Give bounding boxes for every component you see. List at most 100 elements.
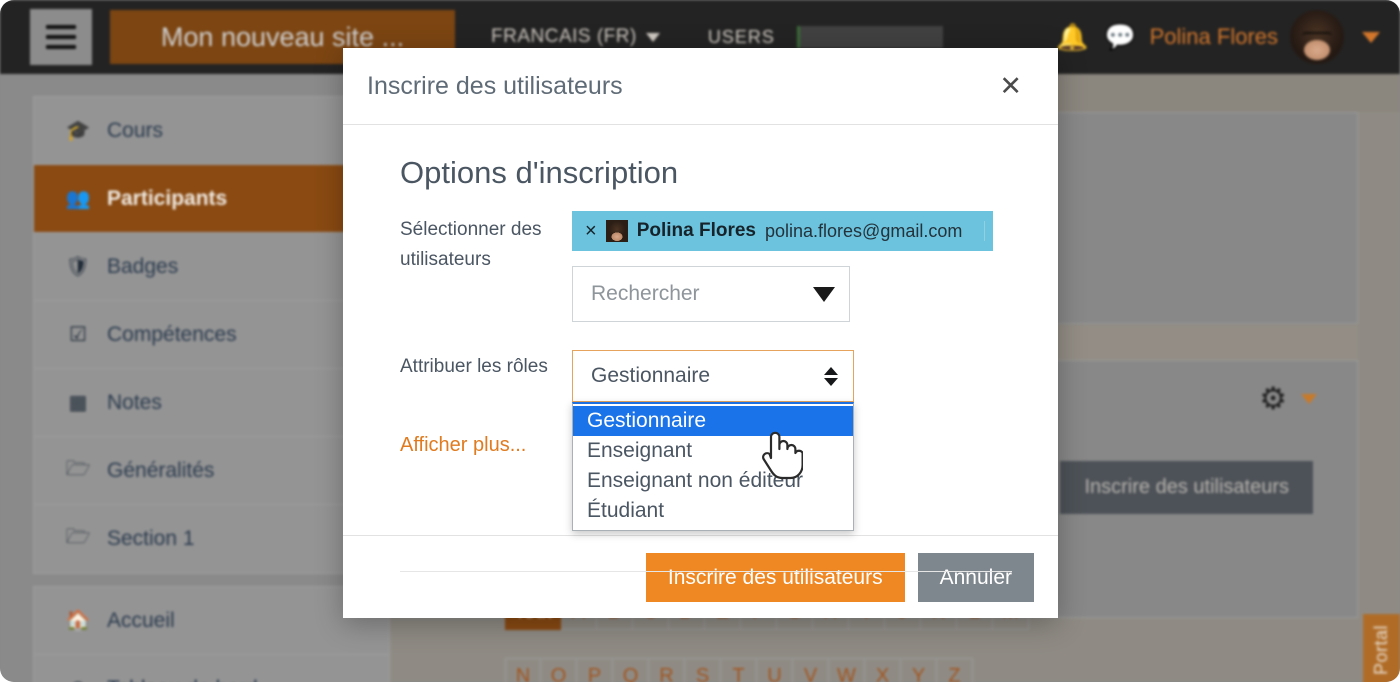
sidebar-item-label: Accueil: [107, 608, 175, 632]
assign-roles-label: Attribuer les rôles: [400, 356, 548, 377]
select-users-field: × Polina Flores polina.flores@gmail.com …: [572, 211, 1012, 322]
alpha-filter-o[interactable]: O: [541, 658, 577, 682]
graduation-cap-icon: 🎓: [65, 120, 91, 142]
search-input[interactable]: Rechercher: [572, 266, 850, 322]
avatar: [605, 220, 628, 242]
bell-icon[interactable]: 🔔: [1056, 24, 1088, 50]
assign-roles-field: Gestionnaire Gestionnaire Enseignant Ens…: [572, 348, 1012, 531]
hamburger-bar: [46, 25, 76, 29]
role-select-value: Gestionnaire: [591, 364, 711, 387]
sidebar-item-label: Notes: [107, 390, 162, 414]
sidebar-item-cours[interactable]: 🎓 Cours: [34, 97, 389, 165]
portal-side-tab[interactable]: Portal ☁: [1363, 614, 1400, 682]
role-options-dropdown: Gestionnaire Enseignant Enseignant non é…: [572, 402, 854, 531]
chevron-down-icon: [645, 32, 660, 42]
chat-bubble-icon[interactable]: 💬: [1104, 24, 1135, 50]
sidebar-item-notes[interactable]: ▦ Notes: [34, 369, 389, 437]
modal-title: Inscrire des utilisateurs: [367, 71, 623, 100]
table-grid-icon: ▦: [68, 392, 88, 414]
select-users-row: Sélectionner des utilisateurs × Polina F…: [400, 211, 1012, 322]
remove-user-icon[interactable]: ×: [585, 221, 597, 241]
sidebar-item-label: Généralités: [107, 458, 215, 482]
section-label: USERS: [707, 26, 775, 47]
role-select-wrapper: Gestionnaire Gestionnaire Enseignant Ens…: [572, 350, 854, 531]
portal-tab-label: Portal: [1371, 625, 1391, 676]
cancel-button[interactable]: Annuler: [917, 552, 1034, 602]
navbar-search-input[interactable]: [796, 26, 943, 48]
users-icon: 👥: [65, 188, 91, 210]
sidebar-item-accueil[interactable]: 🏠 Accueil: [34, 587, 389, 655]
caret-down-icon[interactable]: [813, 286, 835, 302]
sidebar-item-label: Participants: [107, 186, 228, 210]
spinner-down-arrow: [824, 377, 838, 386]
alpha-filter-u[interactable]: U: [757, 658, 793, 682]
role-select[interactable]: Gestionnaire: [572, 350, 854, 402]
modal-header: Inscrire des utilisateurs ✕: [343, 48, 1058, 125]
alpha-filter-p[interactable]: P: [577, 658, 613, 682]
assign-roles-row: Attribuer les rôles Gestionnaire Gestion…: [400, 348, 1012, 531]
sidebar-item-section-1[interactable]: 🗁 Section 1: [34, 505, 389, 573]
chip-user-email: polina.flores@gmail.com: [765, 220, 963, 241]
role-option-gestionnaire[interactable]: Gestionnaire: [573, 406, 853, 436]
sidebar-item-generalites[interactable]: 🗁 Généralités: [34, 437, 389, 505]
settings-menu[interactable]: ⚙: [1259, 383, 1317, 414]
sidebar-item-tableau-de-bord[interactable]: ⏲ Tableau de bord: [34, 655, 389, 682]
alpha-filter-z[interactable]: Z: [937, 658, 973, 682]
alpha-filter-y[interactable]: Y: [901, 658, 937, 682]
shield-icon: 🛡: [65, 256, 91, 278]
role-option-enseignant-non-editeur[interactable]: Enseignant non éditeur: [573, 466, 853, 496]
sidebar: 🎓 Cours 👥 Participants 🛡 Badges ☑ Compét…: [0, 74, 390, 682]
sidebar-item-participants[interactable]: 👥 Participants: [34, 165, 389, 233]
alpha-filter-v[interactable]: V: [793, 658, 829, 682]
sidebar-item-label: Tableau de bord: [107, 677, 258, 682]
hamburger-icon[interactable]: [30, 9, 92, 65]
role-option-etudiant[interactable]: Étudiant: [573, 496, 853, 526]
modal-footer: Inscrire des utilisateurs Annuler: [343, 535, 1058, 618]
modal-body: Options d'inscription Sélectionner des u…: [343, 125, 1058, 572]
alpha-filter-x[interactable]: X: [865, 658, 901, 682]
caret-down-icon[interactable]: [1301, 393, 1317, 404]
close-icon[interactable]: ✕: [993, 69, 1028, 104]
role-option-enseignant[interactable]: Enseignant: [573, 436, 853, 466]
alpha-filter-w[interactable]: W: [829, 658, 865, 682]
sidebar-item-badges[interactable]: 🛡 Badges: [34, 233, 389, 301]
user-menu-chevron-down-icon[interactable]: [1362, 31, 1380, 43]
sidebar-item-label: Compétences: [107, 322, 237, 346]
alpha-filter-n[interactable]: N: [505, 658, 541, 682]
user-name-label[interactable]: Polina Flores: [1150, 24, 1278, 50]
folder-icon: 🗁: [65, 457, 91, 480]
sidebar-item-label: Section 1: [107, 527, 195, 550]
alphabet-filter-row-2: N O P Q R S T U V W X Y Z: [505, 658, 973, 682]
language-label: FRANCAIS (FR): [491, 26, 637, 47]
language-selector[interactable]: FRANCAIS (FR): [491, 26, 660, 48]
spinner-up-arrow: [824, 366, 838, 375]
sidebar-divider: [33, 574, 390, 586]
sidebar-group-course: 🎓 Cours 👥 Participants 🛡 Badges ☑ Compét…: [33, 96, 390, 574]
updown-spinner-icon[interactable]: [824, 366, 838, 386]
gear-icon[interactable]: ⚙: [1259, 383, 1287, 414]
hamburger-bar: [46, 45, 76, 49]
search-placeholder: Rechercher: [591, 282, 700, 305]
select-users-label: Sélectionner des utilisateurs: [400, 219, 542, 270]
folder-icon: 🗁: [65, 526, 91, 548]
enrol-users-button[interactable]: Inscrire des utilisateurs: [645, 552, 905, 602]
body-divider: [400, 571, 1012, 572]
alpha-filter-r[interactable]: R: [649, 658, 685, 682]
selected-user-chip[interactable]: × Polina Flores polina.flores@gmail.com: [572, 211, 993, 251]
home-icon: 🏠: [65, 610, 91, 632]
alpha-filter-t[interactable]: T: [721, 658, 757, 682]
dashboard-icon: ⏲: [65, 678, 91, 682]
app-window: Mon nouveau site ... FRANCAIS (FR) USERS…: [0, 0, 1400, 682]
enrol-users-button-background[interactable]: Inscrire des utilisateurs: [1060, 461, 1313, 514]
hamburger-bar: [46, 35, 76, 39]
show-more-link[interactable]: Afficher plus...: [400, 434, 526, 457]
chip-user-name: Polina Flores: [636, 220, 756, 241]
sidebar-item-competences[interactable]: ☑ Compétences: [34, 301, 389, 369]
alpha-filter-s[interactable]: S: [685, 658, 721, 682]
page-title: Options d'inscription: [400, 155, 679, 190]
user-avatar[interactable]: [1290, 10, 1344, 64]
alpha-filter-q[interactable]: Q: [613, 658, 649, 682]
sidebar-item-label: Cours: [107, 118, 164, 142]
enrol-users-modal: Inscrire des utilisateurs ✕ Options d'in…: [343, 48, 1058, 618]
sidebar-group-site: 🏠 Accueil ⏲ Tableau de bord: [33, 586, 390, 682]
